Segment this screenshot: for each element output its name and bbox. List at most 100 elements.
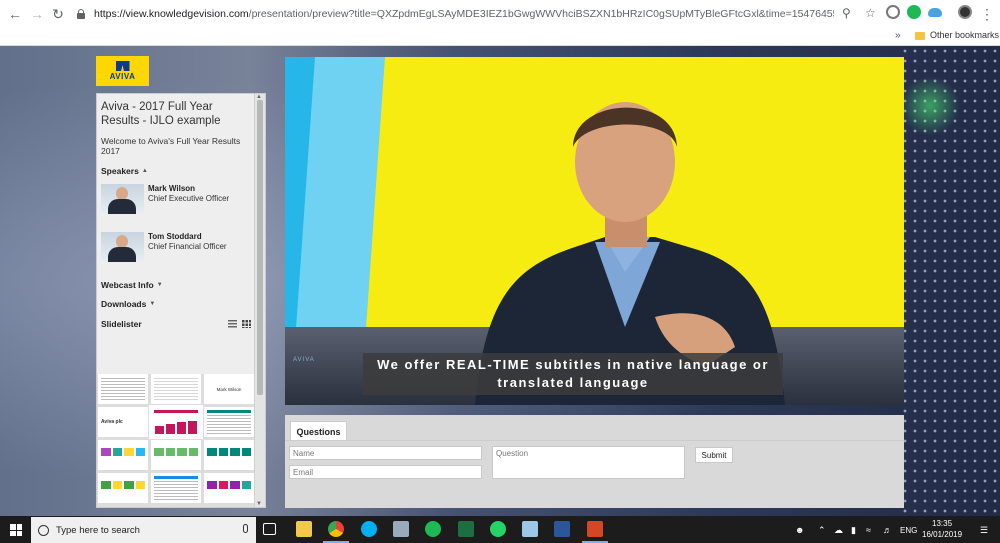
profile-avatar[interactable] <box>958 5 972 19</box>
tray-chevron-icon[interactable]: ⌃ <box>818 525 826 536</box>
caret-down-icon: ▼ <box>156 282 163 288</box>
taskbar-search-placeholder: Type here to search <box>56 524 140 536</box>
lock-icon <box>76 9 86 19</box>
welcome-text: Welcome to Aviva's Full Year Results 201… <box>101 136 241 156</box>
volume-icon[interactable]: ♬ <box>883 525 892 535</box>
caret-down-icon: ▼ <box>149 301 156 307</box>
downloads-label: Downloads <box>101 299 147 309</box>
forward-button[interactable]: → <box>26 3 48 25</box>
slide-thumbnail[interactable] <box>151 374 201 404</box>
back-button[interactable]: ← <box>4 3 26 25</box>
extension-circle-icon[interactable] <box>886 5 900 19</box>
slide-thumbnail[interactable] <box>98 440 148 470</box>
grid-view-icon[interactable] <box>242 320 251 328</box>
questions-panel: Questions Name Email Question Submit <box>285 415 904 508</box>
presentation-sidebar: Aviva - 2017 Full Year Results - IJLO ex… <box>96 93 266 508</box>
word-icon[interactable] <box>554 521 570 537</box>
list-view-icon[interactable] <box>228 320 237 328</box>
slidelister-header: Slidelister <box>101 319 251 329</box>
windows-taskbar: Type here to search ☻ ⌃ ☁ ▮ ≈ ♬ ENG 13:3… <box>0 516 1000 543</box>
file-explorer-icon[interactable] <box>296 521 312 537</box>
spotify-icon[interactable] <box>425 521 441 537</box>
name-field[interactable]: Name <box>289 446 482 460</box>
aviva-logo-text: AVIVA <box>109 72 136 81</box>
email-field[interactable]: Email <box>289 465 482 479</box>
slide-thumbnail[interactable] <box>204 407 254 437</box>
slide-thumbnail[interactable] <box>151 473 201 503</box>
downloads-toggle[interactable]: Downloads ▼ <box>101 299 251 309</box>
speaker-photo <box>101 184 144 214</box>
tab-questions[interactable]: Questions <box>290 421 347 441</box>
questions-form: Name Email Question Submit <box>285 440 904 508</box>
video-subtitle: We offer REAL-TIME subtitles in native l… <box>363 353 783 395</box>
slidelister-label: Slidelister <box>101 319 142 329</box>
aviva-logo-mark <box>115 61 130 71</box>
submit-button[interactable]: Submit <box>695 447 733 463</box>
speaker-role: Chief Financial Officer <box>148 242 227 251</box>
windows-start-icon[interactable] <box>10 524 22 536</box>
scroll-down-icon[interactable]: ▼ <box>256 501 262 507</box>
notifications-icon[interactable]: ☰ <box>980 525 988 536</box>
presentation-title: Aviva - 2017 Full Year Results - IJLO ex… <box>101 101 221 127</box>
powerpoint-icon[interactable] <box>587 521 603 537</box>
clock-date[interactable]: 16/01/2019 <box>922 530 962 539</box>
slide-thumbnail[interactable] <box>151 440 201 470</box>
sidebar-scrollbar[interactable]: ▲ ▼ <box>254 94 265 507</box>
chrome-icon[interactable] <box>328 521 344 537</box>
bookmark-star-icon[interactable]: ☆ <box>865 6 876 20</box>
speaker-item[interactable]: Tom Stoddard Chief Financial Officer <box>101 232 251 266</box>
scroll-thumb[interactable] <box>257 100 263 395</box>
microphone-icon[interactable] <box>243 524 248 533</box>
slide-thumbnail[interactable]: Mark Wilson <box>204 374 254 404</box>
grammarly-extension-icon[interactable] <box>907 5 921 19</box>
whatsapp-icon[interactable] <box>490 521 506 537</box>
skype-icon[interactable] <box>361 521 377 537</box>
zoom-search-icon[interactable]: ⚲ <box>842 6 851 20</box>
slide-thumbnail[interactable] <box>204 440 254 470</box>
bookmarks-bar: » Other bookmarks <box>0 28 1000 46</box>
slide-thumbnail[interactable]: Aviva plc <box>98 407 148 437</box>
address-bar[interactable]: https://view.knowledgevision.com/present… <box>70 3 880 25</box>
battery-icon[interactable]: ▮ <box>851 525 856 536</box>
video-player[interactable]: AVIVA We offer REAL-TIME subtitles in na… <box>285 57 904 405</box>
speaker-name: Mark Wilson <box>148 184 196 193</box>
speakers-label: Speakers <box>101 166 139 176</box>
task-view-icon[interactable] <box>263 523 276 535</box>
page-background: AVIVA Aviva - 2017 Full Year Results - I… <box>0 46 1000 516</box>
notepad-icon[interactable] <box>522 521 538 537</box>
cloud-tray-icon[interactable]: ☁ <box>834 525 843 536</box>
slide-thumbnail[interactable] <box>204 473 254 503</box>
slide-thumbnail-selected[interactable] <box>149 405 203 439</box>
slide-thumbnail[interactable] <box>98 374 148 404</box>
thumbnail-label: Aviva plc <box>101 419 123 425</box>
other-bookmarks-link[interactable]: Other bookmarks <box>930 30 999 40</box>
folder-icon <box>915 32 925 40</box>
address-row: ← → ↻ https://view.knowledgevision.com/p… <box>0 0 1000 28</box>
cloud-extension-icon[interactable] <box>928 8 942 17</box>
aviva-logo: AVIVA <box>96 56 149 86</box>
menu-kebab-icon[interactable]: ⋮ <box>976 3 998 25</box>
caret-up-icon: ▲ <box>141 168 148 174</box>
thumbnail-label: Mark Wilson <box>216 386 242 392</box>
url-text: https://view.knowledgevision.com/present… <box>94 8 834 20</box>
bookmarks-overflow-button[interactable]: » <box>895 30 901 41</box>
webcast-info-toggle[interactable]: Webcast Info ▼ <box>101 280 251 290</box>
video-watermark: AVIVA <box>293 357 315 363</box>
wifi-icon[interactable]: ≈ <box>866 525 871 535</box>
webcast-info-label: Webcast Info <box>101 280 154 290</box>
language-indicator[interactable]: ENG <box>900 526 917 535</box>
speaker-role: Chief Executive Officer <box>148 194 230 203</box>
speakers-toggle[interactable]: Speakers ▲ <box>101 166 251 176</box>
reload-button[interactable]: ↻ <box>47 3 69 25</box>
slide-thumbnail[interactable] <box>98 473 148 503</box>
question-textarea[interactable]: Question <box>492 446 685 479</box>
clock-time[interactable]: 13:35 <box>932 519 952 528</box>
speaker-name: Tom Stoddard <box>148 232 202 241</box>
excel-icon[interactable] <box>458 521 474 537</box>
paint-icon[interactable] <box>393 521 409 537</box>
speaker-item[interactable]: Mark Wilson Chief Executive Officer <box>101 184 251 218</box>
background-glow <box>900 76 960 136</box>
speaker-photo <box>101 232 144 262</box>
people-icon[interactable]: ☻ <box>795 525 804 535</box>
taskbar-search-box[interactable]: Type here to search <box>31 517 256 543</box>
